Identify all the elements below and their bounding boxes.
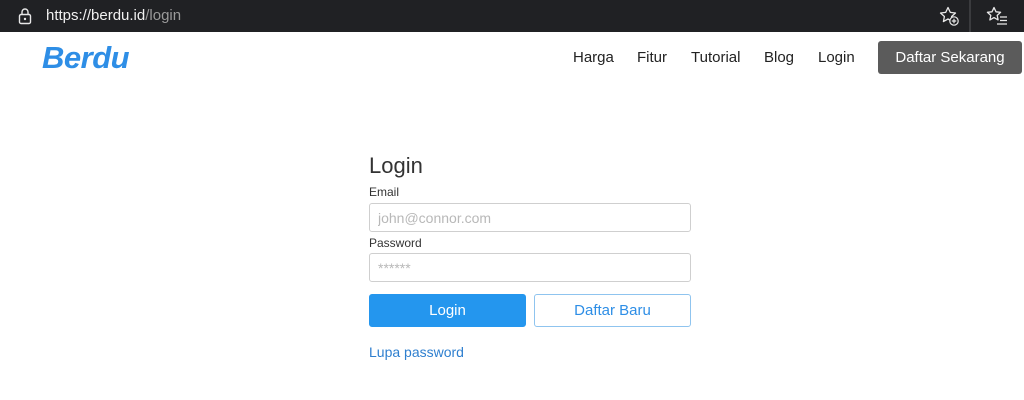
favorites-list-icon[interactable] [986,5,1008,27]
register-now-button[interactable]: Daftar Sekarang [878,41,1022,74]
forgot-password-link[interactable]: Lupa password [369,344,464,360]
toolbar-divider [969,0,971,32]
password-input[interactable] [369,253,691,282]
nav-login[interactable]: Login [818,49,855,66]
url-host: https://berdu.id [46,7,146,24]
register-button[interactable]: Daftar Baru [534,294,691,327]
email-label: Email [369,185,400,199]
browser-address-bar: https://berdu.id/login [0,0,1024,32]
nav-fitur[interactable]: Fitur [637,49,667,66]
lock-icon[interactable] [18,7,32,25]
address-url[interactable]: https://berdu.id/login [46,7,181,25]
email-input[interactable] [369,203,691,232]
nav-harga[interactable]: Harga [573,49,614,66]
nav-blog[interactable]: Blog [764,49,794,66]
login-button[interactable]: Login [369,294,526,327]
nav-tutorial[interactable]: Tutorial [691,49,740,66]
brand-logo[interactable]: Berdu [42,40,130,76]
url-path: /login [145,7,182,24]
login-title: Login [369,153,423,178]
password-label: Password [369,236,422,250]
star-add-icon[interactable] [938,5,960,27]
